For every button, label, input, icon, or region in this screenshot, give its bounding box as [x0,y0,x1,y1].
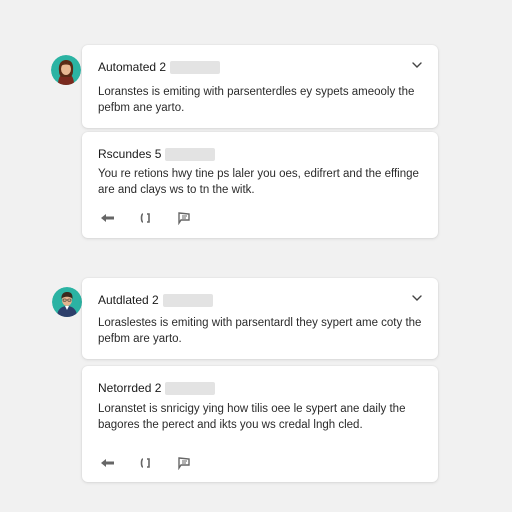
reply-button[interactable] [100,456,116,470]
author-name[interactable]: Automated 2 [98,60,166,74]
reply-header: Rscundes 5 [98,147,216,161]
author-name[interactable]: Rscundes 5 [98,147,161,161]
avatar-man-icon [52,287,82,317]
comment-text-line: Loranstes is emiting with parsenterdles … [98,86,415,98]
comment-text-line: pefbm are yarto. [98,333,182,345]
share-button[interactable] [138,456,154,470]
avatar-woman-icon [51,55,81,85]
flag-icon [178,212,190,225]
reply-text-line: You re retions hwy tine ps laler you oes… [98,168,419,180]
share-icon [140,213,150,223]
avatar[interactable] [52,287,82,317]
reply-button[interactable] [100,211,116,225]
comment-body: Loraslestes is emiting with parsentardl … [98,315,424,347]
author-name[interactable]: Netorrded 2 [98,381,161,395]
flag-icon [178,457,190,470]
comment-card: Autdlated 2 Loraslestes is emiting with … [82,278,438,359]
comment-text-line: pefbm ane yarto. [98,102,185,114]
share-button[interactable] [138,211,154,225]
reply-actions [100,211,192,225]
comment-header: Automated 2 [98,60,221,74]
comment-feed: Automated 2 Loranstes is emiting with pa… [0,0,512,512]
reply-text-line: are and clays ws to tn the witk. [98,184,255,196]
reply-actions [100,456,192,470]
comment-card: Automated 2 Loranstes is emiting with pa… [82,45,438,128]
author-name[interactable]: Autdlated 2 [98,293,159,307]
comment-header: Autdlated 2 [98,293,213,307]
avatar[interactable] [51,55,81,85]
flag-button[interactable] [176,456,192,470]
share-icon [140,458,150,468]
reply-card: Rscundes 5 You re retions hwy tine ps la… [82,132,438,238]
chevron-down-icon[interactable] [410,58,424,72]
reply-arrow-icon [101,214,114,222]
reply-arrow-icon [101,459,114,467]
reply-header: Netorrded 2 [98,381,216,395]
reply-body: Loranstet is snricigy ying how tilis oee… [98,401,424,433]
redacted-handle [165,147,216,161]
chevron-down-icon[interactable] [410,291,424,305]
redacted-handle [170,60,221,74]
comment-body: Loranstes is emiting with parsenterdles … [98,84,424,116]
comment-text-line: Loraslestes is emiting with parsentardl … [98,317,422,329]
reply-body: You re retions hwy tine ps laler you oes… [98,166,424,198]
flag-button[interactable] [176,211,192,225]
reply-text-line: bagores the perect and ikts you ws creda… [98,419,363,431]
reply-text-line: Loranstet is snricigy ying how tilis oee… [98,403,406,415]
redacted-handle [162,293,213,307]
reply-card: Netorrded 2 Loranstet is snricigy ying h… [82,366,438,482]
redacted-handle [165,381,216,395]
